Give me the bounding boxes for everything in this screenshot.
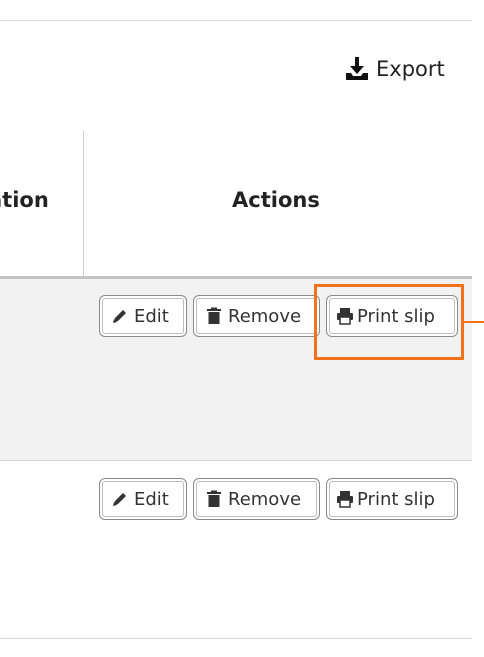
highlight-pointer-line — [464, 321, 484, 323]
edit-label: Edit — [134, 305, 169, 327]
download-icon — [344, 56, 370, 82]
remove-button[interactable]: Remove — [193, 295, 320, 337]
edit-label: Edit — [134, 488, 169, 510]
row-divider — [0, 638, 472, 639]
column-header-actions: Actions — [232, 188, 320, 212]
edit-button[interactable]: Edit — [99, 295, 187, 337]
export-label: Export — [376, 57, 445, 81]
row-actions: Edit Remove Print slip — [99, 478, 458, 520]
print-slip-label: Print slip — [357, 488, 435, 510]
remove-label: Remove — [228, 305, 302, 327]
printer-icon — [336, 490, 354, 508]
top-divider — [0, 20, 472, 21]
trash-icon — [205, 490, 223, 508]
print-slip-button[interactable]: Print slip — [326, 478, 458, 520]
column-header-truncated: ation — [0, 188, 49, 212]
pencil-icon — [111, 490, 129, 508]
export-button[interactable]: Export — [344, 56, 445, 82]
trash-icon — [205, 307, 223, 325]
remove-label: Remove — [228, 488, 302, 510]
table-row: Edit Remove Print slip — [0, 461, 472, 638]
remove-button[interactable]: Remove — [193, 478, 320, 520]
pencil-icon — [111, 307, 129, 325]
edit-button[interactable]: Edit — [99, 478, 187, 520]
highlight-box — [314, 284, 464, 360]
